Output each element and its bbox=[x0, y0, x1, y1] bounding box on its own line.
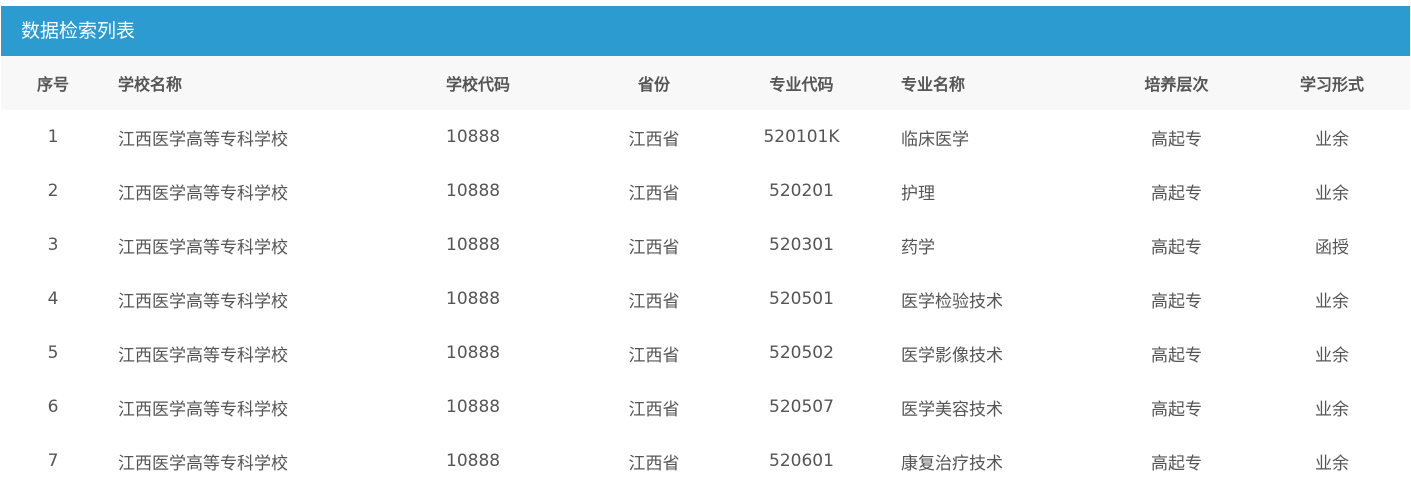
cell-major-name: 护理 bbox=[901, 183, 935, 204]
table-row: 6 江西医学高等专科学校 10888 江西省 520507 医学美容技术 高起专… bbox=[1, 380, 1410, 434]
cell-school-name: 江西医学高等专科学校 bbox=[118, 291, 288, 312]
cell-study-form: 业余 bbox=[1315, 345, 1349, 366]
cell-level: 高起专 bbox=[1151, 237, 1202, 258]
table-row: 1 江西医学高等专科学校 10888 江西省 520101K 临床医学 高起专 … bbox=[1, 110, 1410, 164]
cell-study-form: 业余 bbox=[1315, 129, 1349, 150]
cell-school-name: 江西医学高等专科学校 bbox=[118, 129, 288, 150]
cell-study-form: 业余 bbox=[1315, 291, 1349, 312]
cell-level: 高起专 bbox=[1151, 453, 1202, 474]
cell-province: 江西省 bbox=[628, 399, 680, 420]
cell-province: 江西省 bbox=[628, 453, 680, 474]
cell-major-code: 520601 bbox=[769, 451, 834, 471]
cell-index: 2 bbox=[47, 181, 59, 201]
cell-school-name: 江西医学高等专科学校 bbox=[118, 399, 288, 420]
data-search-panel: 数据检索列表 序号 学校名称 学校代码 省份 专业代码 专业名称 培养层次 学习… bbox=[1, 6, 1410, 493]
cell-province: 江西省 bbox=[628, 183, 680, 204]
cell-major-code: 520201 bbox=[769, 181, 834, 201]
table-row: 4 江西医学高等专科学校 10888 江西省 520501 医学检验技术 高起专… bbox=[1, 272, 1410, 326]
table-row: 5 江西医学高等专科学校 10888 江西省 520502 医学影像技术 高起专… bbox=[1, 326, 1410, 380]
cell-school-name: 江西医学高等专科学校 bbox=[118, 345, 288, 366]
cell-index: 6 bbox=[47, 397, 59, 417]
column-header-major-code: 专业代码 bbox=[769, 75, 834, 94]
cell-level: 高起专 bbox=[1151, 345, 1202, 366]
column-header-school-code: 学校代码 bbox=[446, 75, 511, 94]
cell-major-name: 康复治疗技术 bbox=[901, 453, 1003, 474]
column-header-school-name: 学校名称 bbox=[118, 75, 183, 94]
cell-major-code: 520502 bbox=[769, 343, 834, 363]
table-row: 7 江西医学高等专科学校 10888 江西省 520601 康复治疗技术 高起专… bbox=[1, 434, 1410, 488]
cell-index: 4 bbox=[47, 289, 59, 309]
cell-level: 高起专 bbox=[1151, 183, 1202, 204]
cell-school-name: 江西医学高等专科学校 bbox=[118, 453, 288, 474]
column-header-major-name: 专业名称 bbox=[901, 75, 966, 94]
cell-study-form: 业余 bbox=[1315, 453, 1349, 474]
cell-province: 江西省 bbox=[628, 129, 680, 150]
column-header-index: 序号 bbox=[36, 75, 69, 94]
cell-major-code: 520507 bbox=[769, 397, 834, 417]
results-table: 序号 学校名称 学校代码 省份 专业代码 专业名称 培养层次 学习形式 1 江西… bbox=[1, 56, 1410, 488]
column-header-level: 培养层次 bbox=[1144, 75, 1209, 94]
cell-index: 3 bbox=[47, 235, 59, 255]
cell-index: 5 bbox=[47, 343, 59, 363]
table-row: 3 江西医学高等专科学校 10888 江西省 520301 药学 高起专 函授 bbox=[1, 218, 1410, 272]
cell-major-name: 医学影像技术 bbox=[901, 345, 1003, 366]
cell-major-name: 医学美容技术 bbox=[901, 399, 1003, 420]
cell-level: 高起专 bbox=[1151, 291, 1202, 312]
panel-title: 数据检索列表 bbox=[1, 6, 1410, 56]
cell-province: 江西省 bbox=[628, 237, 680, 258]
cell-major-code: 520301 bbox=[769, 235, 834, 255]
cell-school-code: 10888 bbox=[446, 235, 501, 255]
cell-province: 江西省 bbox=[628, 291, 680, 312]
table-row: 2 江西医学高等专科学校 10888 江西省 520201 护理 高起专 业余 bbox=[1, 164, 1410, 218]
column-header-province: 省份 bbox=[637, 75, 670, 94]
cell-major-name: 临床医学 bbox=[901, 129, 969, 150]
cell-study-form: 业余 bbox=[1315, 399, 1349, 420]
cell-school-code: 10888 bbox=[446, 451, 501, 471]
cell-level: 高起专 bbox=[1151, 129, 1202, 150]
cell-school-code: 10888 bbox=[446, 397, 501, 417]
cell-study-form: 业余 bbox=[1315, 183, 1349, 204]
cell-major-name: 药学 bbox=[901, 237, 935, 258]
cell-level: 高起专 bbox=[1151, 399, 1202, 420]
cell-school-code: 10888 bbox=[446, 343, 501, 363]
cell-index: 1 bbox=[47, 127, 59, 147]
cell-school-code: 10888 bbox=[446, 127, 501, 147]
column-header-study-form: 学习形式 bbox=[1299, 75, 1364, 94]
cell-school-name: 江西医学高等专科学校 bbox=[118, 183, 288, 204]
cell-index: 7 bbox=[47, 451, 59, 471]
cell-province: 江西省 bbox=[628, 345, 680, 366]
cell-school-code: 10888 bbox=[446, 181, 501, 201]
cell-major-code: 520501 bbox=[769, 289, 834, 309]
cell-school-code: 10888 bbox=[446, 289, 501, 309]
cell-school-name: 江西医学高等专科学校 bbox=[118, 237, 288, 258]
table-header-row: 序号 学校名称 学校代码 省份 专业代码 专业名称 培养层次 学习形式 bbox=[1, 56, 1410, 110]
cell-major-name: 医学检验技术 bbox=[901, 291, 1003, 312]
cell-study-form: 函授 bbox=[1315, 237, 1349, 258]
cell-major-code: 520101K bbox=[763, 127, 840, 147]
